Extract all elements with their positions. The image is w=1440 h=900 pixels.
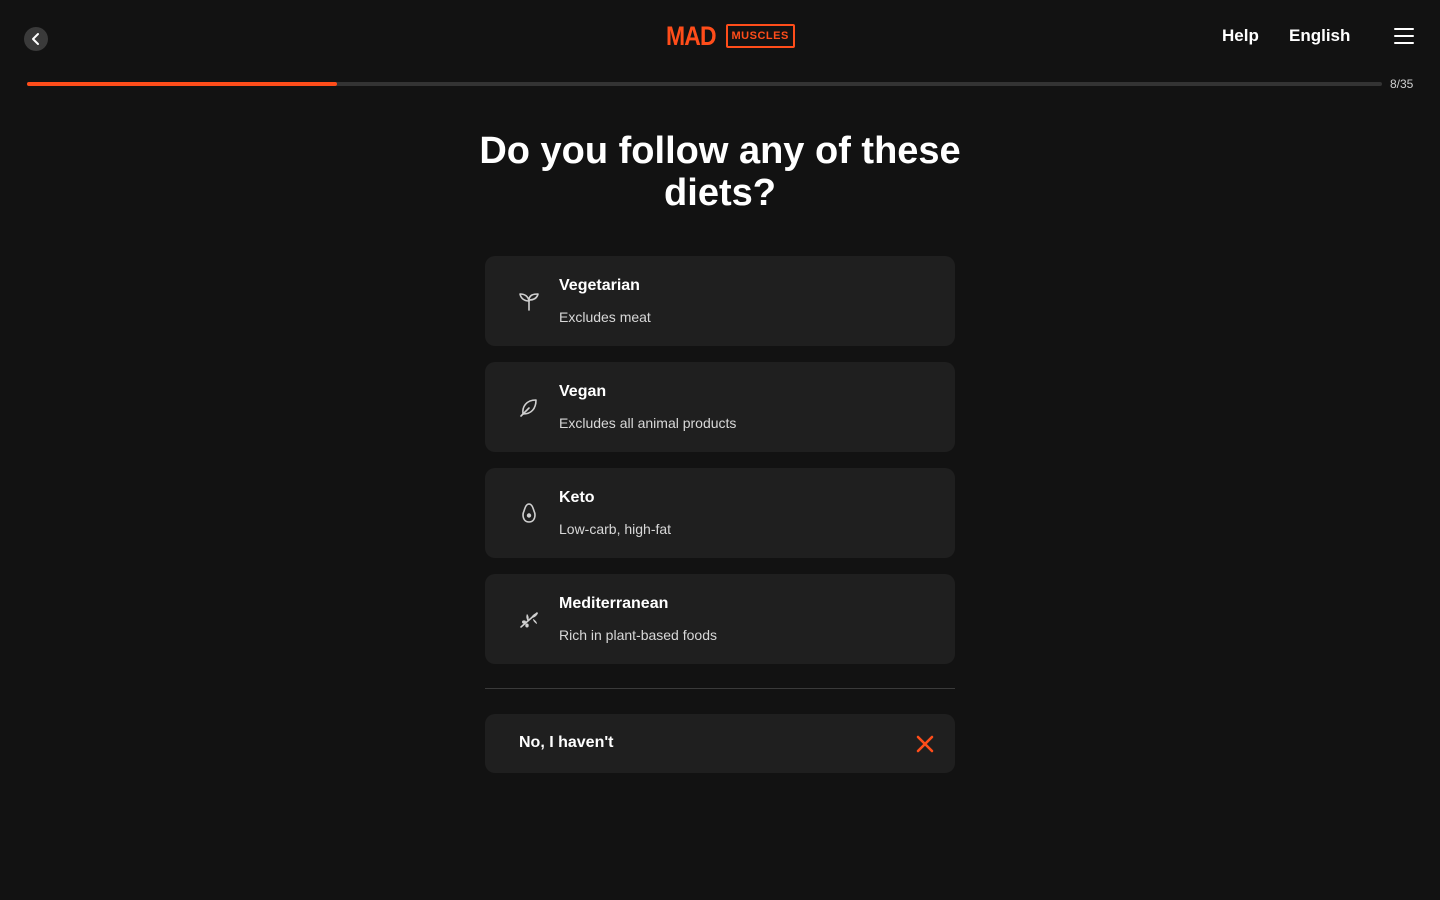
option-title: Mediterranean — [559, 595, 669, 612]
option-mediterranean[interactable]: Mediterranean Rich in plant-based foods — [485, 574, 955, 664]
question-title: Do you follow any of these diets? — [479, 130, 961, 214]
logo: MAD MUSCLES — [666, 22, 795, 50]
hamburger-menu-icon[interactable] — [1394, 28, 1414, 44]
divider — [485, 688, 955, 689]
sprout-icon — [519, 293, 539, 311]
option-title: Vegan — [559, 383, 607, 400]
option-title: Vegetarian — [559, 277, 640, 294]
option-vegetarian[interactable]: Vegetarian Excludes meat — [485, 256, 955, 346]
chevron-left-icon — [32, 33, 39, 45]
diet-options-list: Vegetarian Excludes meat Vegan Excludes … — [485, 256, 955, 680]
option-none-label: No, I haven't — [519, 734, 614, 751]
option-subtitle: Low-carb, high-fat — [559, 521, 672, 537]
back-button[interactable] — [24, 27, 48, 51]
option-keto[interactable]: Keto Low-carb, high-fat — [485, 468, 955, 558]
option-subtitle: Rich in plant-based foods — [559, 627, 717, 643]
language-selector[interactable]: English — [1289, 26, 1350, 46]
top-bar: MAD MUSCLES Help English — [0, 0, 1440, 72]
leaf-icon — [520, 399, 537, 417]
logo-muscles-text: MUSCLES — [725, 24, 795, 48]
option-vegan[interactable]: Vegan Excludes all animal products — [485, 362, 955, 452]
option-title: Keto — [559, 489, 595, 506]
option-none[interactable]: No, I haven't — [485, 714, 955, 773]
option-subtitle: Excludes all animal products — [559, 415, 737, 431]
logo-mad-text: MAD — [666, 21, 717, 51]
avocado-icon — [522, 503, 536, 523]
olive-branch-icon — [520, 612, 538, 628]
progress-bar — [27, 82, 1382, 86]
progress-counter: 8/35 — [1390, 77, 1414, 91]
option-subtitle: Excludes meat — [559, 309, 651, 325]
help-link[interactable]: Help — [1222, 26, 1259, 46]
progress-bar-fill — [27, 82, 338, 86]
close-icon — [916, 735, 934, 753]
